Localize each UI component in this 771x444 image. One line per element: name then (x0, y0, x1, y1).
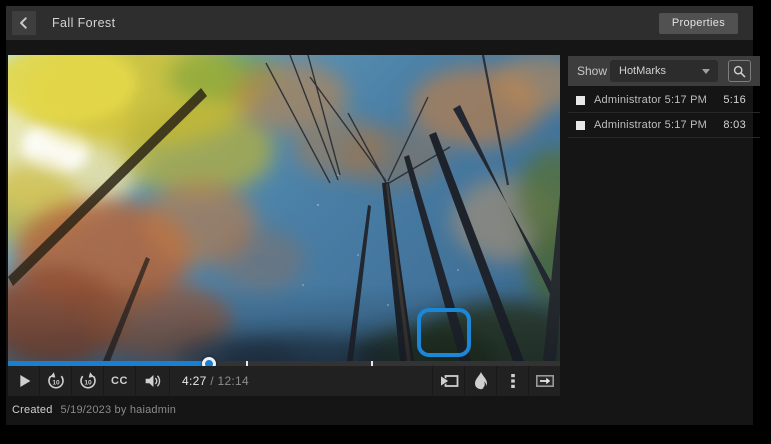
hotmark-label: Administrator 5:17 PM (594, 119, 723, 131)
kebab-menu-icon (504, 371, 522, 391)
forest-canopy-video-still (8, 55, 560, 361)
svg-text:10: 10 (84, 380, 92, 387)
rewind-10-button[interactable]: 10 (40, 366, 72, 396)
speaker-icon (142, 370, 164, 392)
forward-10-icon: 10 (77, 369, 99, 393)
rewind-10-icon: 10 (45, 369, 67, 393)
properties-button[interactable]: Properties (659, 13, 738, 34)
chevron-left-icon (17, 16, 31, 30)
chevron-down-icon (702, 69, 710, 74)
play-icon (13, 370, 35, 392)
hotmarks-sidebar: Show HotMarks Administrator 5:17 PM 5:16 (568, 56, 760, 138)
show-filter-dropdown[interactable]: HotMarks (610, 60, 718, 82)
hotmark-list-item[interactable]: Administrator 5:17 PM 5:16 (568, 88, 760, 113)
current-time: 4:27 (182, 374, 207, 388)
play-button[interactable] (8, 366, 40, 396)
created-label: Created (12, 404, 53, 416)
created-info: Created 5/19/2023 by haiadmin (8, 398, 568, 422)
cc-icon: CC (111, 375, 128, 387)
show-filter-bar: Show HotMarks (568, 56, 760, 86)
open-in-new-window-icon (533, 370, 557, 392)
dropdown-selected-value: HotMarks (619, 65, 702, 77)
show-label: Show (577, 64, 607, 78)
svg-text:10: 10 (52, 380, 60, 387)
open-in-new-window-button[interactable] (528, 366, 560, 396)
forward-10-button[interactable]: 10 (72, 366, 104, 396)
more-options-button[interactable] (496, 366, 528, 396)
hotmark-color-swatch (576, 96, 585, 105)
hotmarks-list: Administrator 5:17 PM 5:16 Administrator… (568, 88, 760, 138)
play-to-output-icon (437, 369, 461, 393)
closed-captions-button[interactable]: CC (104, 366, 136, 396)
video-player: 10 10 CC 4:27 (8, 55, 560, 396)
search-button[interactable] (728, 60, 751, 82)
volume-button[interactable] (136, 366, 170, 396)
flame-icon (471, 370, 491, 392)
play-to-output-button[interactable] (432, 366, 464, 396)
hotmark-timecode: 8:03 (723, 119, 746, 131)
hotmark-label: Administrator 5:17 PM (594, 94, 723, 106)
search-icon (733, 65, 746, 78)
hotmark-button[interactable] (464, 366, 496, 396)
duration: 12:14 (217, 374, 249, 388)
page-title: Fall Forest (52, 6, 115, 40)
time-display: 4:27 / 12:14 (182, 366, 249, 396)
created-value: 5/19/2023 by haiadmin (61, 404, 177, 416)
app-window: Fall Forest Properties (6, 6, 753, 425)
top-bar: Fall Forest Properties (6, 6, 753, 40)
hotmark-timecode: 5:16 (723, 94, 746, 106)
hotmark-color-swatch (576, 121, 585, 130)
back-button[interactable] (12, 11, 36, 35)
player-control-bar: 10 10 CC 4:27 (8, 366, 560, 396)
video-frame[interactable] (8, 55, 560, 361)
hotmark-list-item[interactable]: Administrator 5:17 PM 8:03 (568, 113, 760, 138)
